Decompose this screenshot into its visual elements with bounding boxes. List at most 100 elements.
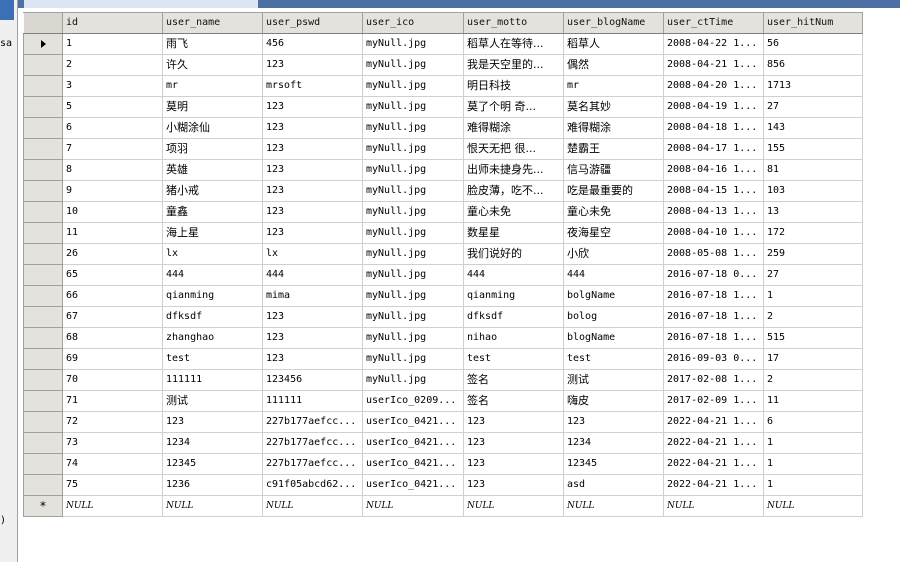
cell-user-ico[interactable]: myNull.jpg bbox=[362, 117, 464, 139]
cell-user-blogName[interactable]: 莫名其妙 bbox=[563, 96, 664, 118]
cell-user-name[interactable]: 猪小戒 bbox=[162, 180, 263, 202]
column-header-user-blogName[interactable]: user_blogName bbox=[563, 12, 664, 34]
cell-user-ctTime[interactable]: 2016-07-18 1... bbox=[663, 327, 764, 349]
cell-id[interactable]: 66 bbox=[62, 285, 163, 307]
cell-user-hitNum[interactable]: 1 bbox=[763, 453, 863, 475]
cell-user-motto[interactable]: 难得糊涂 bbox=[463, 117, 564, 139]
row-selector[interactable] bbox=[23, 306, 63, 328]
cell-user-ctTime[interactable]: 2022-04-21 1... bbox=[663, 432, 764, 454]
cell-user-name[interactable]: lx bbox=[162, 243, 263, 265]
cell-user-ctTime[interactable]: 2016-07-18 1... bbox=[663, 285, 764, 307]
cell-user-motto[interactable]: 数星星 bbox=[463, 222, 564, 244]
table-row[interactable]: 10 童鑫 123 myNull.jpg 童心未免 童心未免 2008-04-13 1...… bbox=[23, 201, 863, 223]
cell-user-ctTime[interactable]: 2008-04-22 1... bbox=[663, 33, 764, 55]
cell-user-ctTime[interactable]: 2008-04-19 1... bbox=[663, 96, 764, 118]
cell-id[interactable]: 3 bbox=[62, 75, 163, 97]
table-row[interactable]: 72 123 227b177aefcc... userIco_0421... 123 12… bbox=[23, 411, 863, 433]
cell-user-ctTime[interactable]: 2008-04-16 1... bbox=[663, 159, 764, 181]
cell-user-ctTime[interactable]: 2017-02-09 1... bbox=[663, 390, 764, 412]
cell-id[interactable]: 9 bbox=[62, 180, 163, 202]
cell-user-hitNum[interactable]: 172 bbox=[763, 222, 863, 244]
row-selector[interactable] bbox=[23, 453, 63, 475]
cell-user-ctTime[interactable]: 2016-09-03 0... bbox=[663, 348, 764, 370]
cell-user-name[interactable]: 莫明 bbox=[162, 96, 263, 118]
cell-user-hitNum[interactable]: 143 bbox=[763, 117, 863, 139]
cell-user-name[interactable]: dfksdf bbox=[162, 306, 263, 328]
cell-user-motto[interactable]: nihao bbox=[463, 327, 564, 349]
cell-id[interactable]: 6 bbox=[62, 117, 163, 139]
cell-user-ico[interactable]: myNull.jpg bbox=[362, 369, 464, 391]
cell-user-blogName[interactable]: 信马游疆 bbox=[563, 159, 664, 181]
cell-user-blogName[interactable]: test bbox=[563, 348, 664, 370]
cell-user-ctTime[interactable]: 2017-02-08 1... bbox=[663, 369, 764, 391]
cell-user-blogName[interactable]: blogName bbox=[563, 327, 664, 349]
cell-user-name[interactable]: 444 bbox=[162, 264, 263, 286]
column-header-user-hitNum[interactable]: user_hitNum bbox=[763, 12, 863, 34]
cell-id[interactable]: 75 bbox=[62, 474, 163, 496]
cell-user-ctTime[interactable]: 2016-07-18 0... bbox=[663, 264, 764, 286]
row-selector[interactable] bbox=[23, 411, 63, 433]
cell-user-pswd[interactable]: 123 bbox=[262, 201, 363, 223]
cell-user-pswd[interactable]: 123 bbox=[262, 222, 363, 244]
cell-user-blogName[interactable]: 楚霸王 bbox=[563, 138, 664, 160]
row-selector[interactable] bbox=[23, 180, 63, 202]
cell-user-motto[interactable]: 莫了个明 奇... bbox=[463, 96, 564, 118]
cell-user-ctTime[interactable]: 2008-04-20 1... bbox=[663, 75, 764, 97]
cell-user-name[interactable]: 测试 bbox=[162, 390, 263, 412]
cell-id[interactable]: 71 bbox=[62, 390, 163, 412]
cell-user-ico[interactable]: myNull.jpg bbox=[362, 264, 464, 286]
row-selector[interactable] bbox=[23, 54, 63, 76]
cell-id[interactable]: 5 bbox=[62, 96, 163, 118]
cell-user-blogName[interactable]: 444 bbox=[563, 264, 664, 286]
cell-id[interactable]: 1 bbox=[62, 33, 163, 55]
cell-user-blogName[interactable]: 难得糊涂 bbox=[563, 117, 664, 139]
cell-user-hitNum[interactable]: 2 bbox=[763, 306, 863, 328]
cell-user-ctTime[interactable]: 2008-04-18 1... bbox=[663, 117, 764, 139]
cell-user-hitNum[interactable]: 27 bbox=[763, 96, 863, 118]
null-cell[interactable]: NULL bbox=[463, 495, 564, 517]
cell-user-name[interactable]: 12345 bbox=[162, 453, 263, 475]
cell-user-blogName[interactable]: 稻草人 bbox=[563, 33, 664, 55]
cell-user-name[interactable]: mr bbox=[162, 75, 263, 97]
cell-user-pswd[interactable]: 123 bbox=[262, 54, 363, 76]
cell-user-motto[interactable]: 童心未免 bbox=[463, 201, 564, 223]
cell-user-blogName[interactable]: 吃是最重要的 bbox=[563, 180, 664, 202]
cell-user-pswd[interactable]: 123 bbox=[262, 180, 363, 202]
cell-user-pswd[interactable]: 227b177aefcc... bbox=[262, 432, 363, 454]
cell-id[interactable]: 10 bbox=[62, 201, 163, 223]
table-row[interactable]: 65 444 444 myNull.jpg 444 444 2016-07-18 0... 2… bbox=[23, 264, 863, 286]
cell-user-ico[interactable]: myNull.jpg bbox=[362, 243, 464, 265]
column-header-user-pswd[interactable]: user_pswd bbox=[262, 12, 363, 34]
cell-user-hitNum[interactable]: 1 bbox=[763, 432, 863, 454]
cell-user-motto[interactable]: test bbox=[463, 348, 564, 370]
table-row[interactable]: 1 雨飞 456 myNull.jpg 稻草人在等待... 稻草人 2008-04-22 1… bbox=[23, 33, 863, 55]
null-cell[interactable]: NULL bbox=[162, 495, 263, 517]
cell-user-pswd[interactable]: 123 bbox=[262, 159, 363, 181]
cell-user-motto[interactable]: 123 bbox=[463, 453, 564, 475]
row-selector[interactable] bbox=[23, 369, 63, 391]
cell-user-motto[interactable]: 123 bbox=[463, 474, 564, 496]
cell-user-ctTime[interactable]: 2008-04-21 1... bbox=[663, 54, 764, 76]
cell-user-ico[interactable]: userIco_0421... bbox=[362, 453, 464, 475]
row-selector[interactable] bbox=[23, 327, 63, 349]
cell-user-hitNum[interactable]: 155 bbox=[763, 138, 863, 160]
cell-user-ico[interactable]: myNull.jpg bbox=[362, 222, 464, 244]
cell-user-hitNum[interactable]: 2 bbox=[763, 369, 863, 391]
cell-user-motto[interactable]: 我们说好的 bbox=[463, 243, 564, 265]
row-selector[interactable] bbox=[23, 159, 63, 181]
cell-user-motto[interactable]: dfksdf bbox=[463, 306, 564, 328]
column-header-user-ctTime[interactable]: user_ctTime bbox=[663, 12, 764, 34]
cell-user-name[interactable]: zhanghao bbox=[162, 327, 263, 349]
cell-user-blogName[interactable]: 嗨皮 bbox=[563, 390, 664, 412]
cell-user-ico[interactable]: myNull.jpg bbox=[362, 54, 464, 76]
table-row[interactable]: 67 dfksdf 123 myNull.jpg dfksdf bolog 2016-07-… bbox=[23, 306, 863, 328]
cell-user-hitNum[interactable]: 1 bbox=[763, 285, 863, 307]
new-row-marker[interactable]: * bbox=[23, 495, 63, 517]
cell-id[interactable]: 72 bbox=[62, 411, 163, 433]
cell-user-ico[interactable]: userIco_0421... bbox=[362, 432, 464, 454]
cell-user-ico[interactable]: userIco_0421... bbox=[362, 474, 464, 496]
cell-id[interactable]: 2 bbox=[62, 54, 163, 76]
cell-user-blogName[interactable]: asd bbox=[563, 474, 664, 496]
row-selector[interactable] bbox=[23, 96, 63, 118]
cell-user-blogName[interactable]: bolog bbox=[563, 306, 664, 328]
